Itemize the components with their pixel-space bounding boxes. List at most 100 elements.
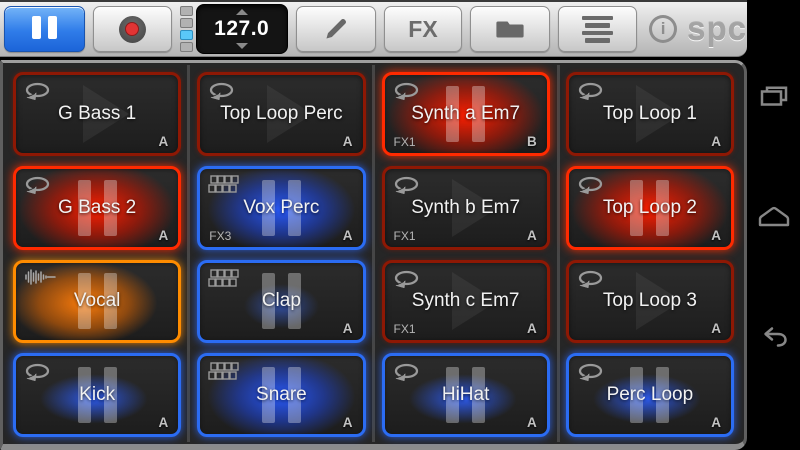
pad-label: Top Loop Perc [220, 102, 343, 124]
pause-button[interactable] [4, 6, 85, 52]
recents-button[interactable] [759, 84, 789, 110]
pad-panel: G Bass 1 A Top Loop Perc A Synth a Em7 FX1 B To… [0, 60, 747, 450]
pad-label: Synth c Em7 [411, 290, 520, 312]
folder-icon [495, 17, 525, 41]
pad-bank-label: A [711, 133, 721, 149]
info-button[interactable]: i [649, 15, 678, 43]
pad-clap[interactable]: Clap A [197, 259, 366, 344]
pad-label: Perc Loop [606, 384, 694, 406]
pad-bank-label: A [527, 321, 537, 337]
pad-hihat[interactable]: HiHat A [381, 353, 550, 437]
waveform-icon [24, 268, 60, 285]
list-icon [582, 15, 614, 43]
home-icon [756, 206, 792, 232]
pad-label: G Bass 1 [58, 102, 137, 124]
app-screen: 127.0 FX i spc G Bass 1 A Top Loop Perc A Sy… [0, 0, 747, 450]
loop-icon [577, 362, 604, 382]
pencil-icon [323, 16, 349, 42]
recents-icon [759, 86, 789, 114]
tempo-display[interactable]: 127.0 [195, 4, 288, 54]
pad-bank-label: A [711, 227, 721, 243]
fx-button[interactable]: FX [383, 6, 463, 52]
pad-synth-c-em7[interactable]: Synth c Em7 FX1 A [381, 259, 550, 344]
loop-icon [393, 175, 420, 194]
pad-label: Top Loop 3 [602, 290, 697, 312]
android-navbar [747, 0, 800, 450]
pad-bank-label: A [527, 415, 537, 430]
pad-synth-b-em7[interactable]: Synth b Em7 FX1 A [381, 165, 550, 250]
pad-bank-label: A [527, 227, 537, 243]
loop-icon [577, 81, 604, 100]
tempo-up-icon[interactable] [235, 9, 248, 15]
beat-segment [179, 42, 193, 52]
pad-label: Top Loop 2 [602, 196, 697, 218]
pad-g-bass-1[interactable]: G Bass 1 A [13, 72, 182, 156]
pad-top-loop-2[interactable]: Top Loop 2 A [565, 165, 734, 250]
slices-icon [208, 175, 239, 194]
pad-kick[interactable]: Kick A [13, 353, 182, 437]
loop-icon [393, 269, 420, 288]
pad-top-loop-perc[interactable]: Top Loop Perc A [197, 72, 366, 156]
pad-synth-a-em7[interactable]: Synth a Em7 FX1 B [381, 72, 550, 156]
pause-icon [28, 16, 60, 42]
pad-label: Kick [79, 384, 116, 406]
info-icon: i [660, 19, 666, 38]
beat-segment [179, 30, 193, 40]
slices-icon [208, 268, 239, 288]
pad-bank-label: A [342, 415, 353, 430]
pad-bank-label: A [158, 133, 169, 149]
back-icon [759, 327, 789, 353]
loop-icon [577, 175, 604, 194]
loop-icon [208, 81, 235, 100]
pad-label: Top Loop 1 [602, 102, 697, 124]
pad-fx-label: FX1 [393, 134, 416, 149]
pad-bank-label: A [342, 321, 353, 337]
edit-button[interactable] [295, 6, 376, 52]
loop-icon [24, 81, 51, 100]
pad-label: HiHat [441, 384, 490, 406]
tempo-down-icon[interactable] [235, 43, 248, 49]
song-list-button[interactable] [558, 6, 638, 52]
loop-icon [577, 269, 604, 288]
pad-label: Snare [256, 384, 307, 406]
loop-icon [24, 175, 51, 194]
pad-label: Synth b Em7 [411, 196, 521, 218]
pad-bank-label: A [158, 415, 169, 430]
record-button[interactable] [92, 6, 172, 52]
pad-label: Vox Perc [243, 196, 320, 218]
back-button[interactable] [759, 325, 789, 349]
pad-perc-loop[interactable]: Perc Loop A [565, 353, 734, 437]
pad-bank-label: A [711, 321, 721, 337]
pad-grid: G Bass 1 A Top Loop Perc A Synth a Em7 FX1 B To… [3, 63, 744, 444]
home-button[interactable] [756, 204, 792, 228]
loop-icon [24, 362, 51, 382]
pad-top-loop-1[interactable]: Top Loop 1 A [565, 72, 734, 156]
toolbar: 127.0 FX i spc [0, 0, 747, 57]
pad-bank-label: A [711, 415, 721, 430]
pad-top-loop-3[interactable]: Top Loop 3 A [565, 259, 734, 344]
beat-segment [179, 6, 193, 16]
beat-indicator [179, 6, 193, 52]
pad-bank-label: A [158, 227, 169, 243]
loop-icon [393, 362, 420, 382]
pad-vox-perc[interactable]: Vox Perc FX3 A [197, 165, 366, 250]
fx-button-label: FX [408, 15, 438, 42]
pad-label: Synth a Em7 [411, 102, 521, 124]
pad-fx-label: FX1 [393, 322, 416, 337]
pad-snare[interactable]: Snare A [197, 353, 366, 437]
folder-button[interactable] [470, 6, 551, 52]
pad-bank-label: B [527, 133, 537, 149]
pad-fx-label: FX1 [393, 228, 416, 243]
slices-icon [208, 362, 239, 381]
tempo-value: 127.0 [214, 17, 270, 40]
loop-icon [393, 81, 420, 100]
pad-fx-label: FX3 [209, 228, 232, 243]
pad-label: Clap [261, 290, 301, 312]
pad-vocal[interactable]: Vocal [13, 259, 182, 344]
record-icon [118, 15, 146, 43]
pad-label: G Bass 2 [58, 196, 137, 218]
spc-logo: spc [687, 10, 748, 47]
pad-bank-label: A [342, 133, 353, 149]
pad-label: Vocal [73, 290, 121, 312]
pad-g-bass-2[interactable]: G Bass 2 A [13, 165, 182, 250]
